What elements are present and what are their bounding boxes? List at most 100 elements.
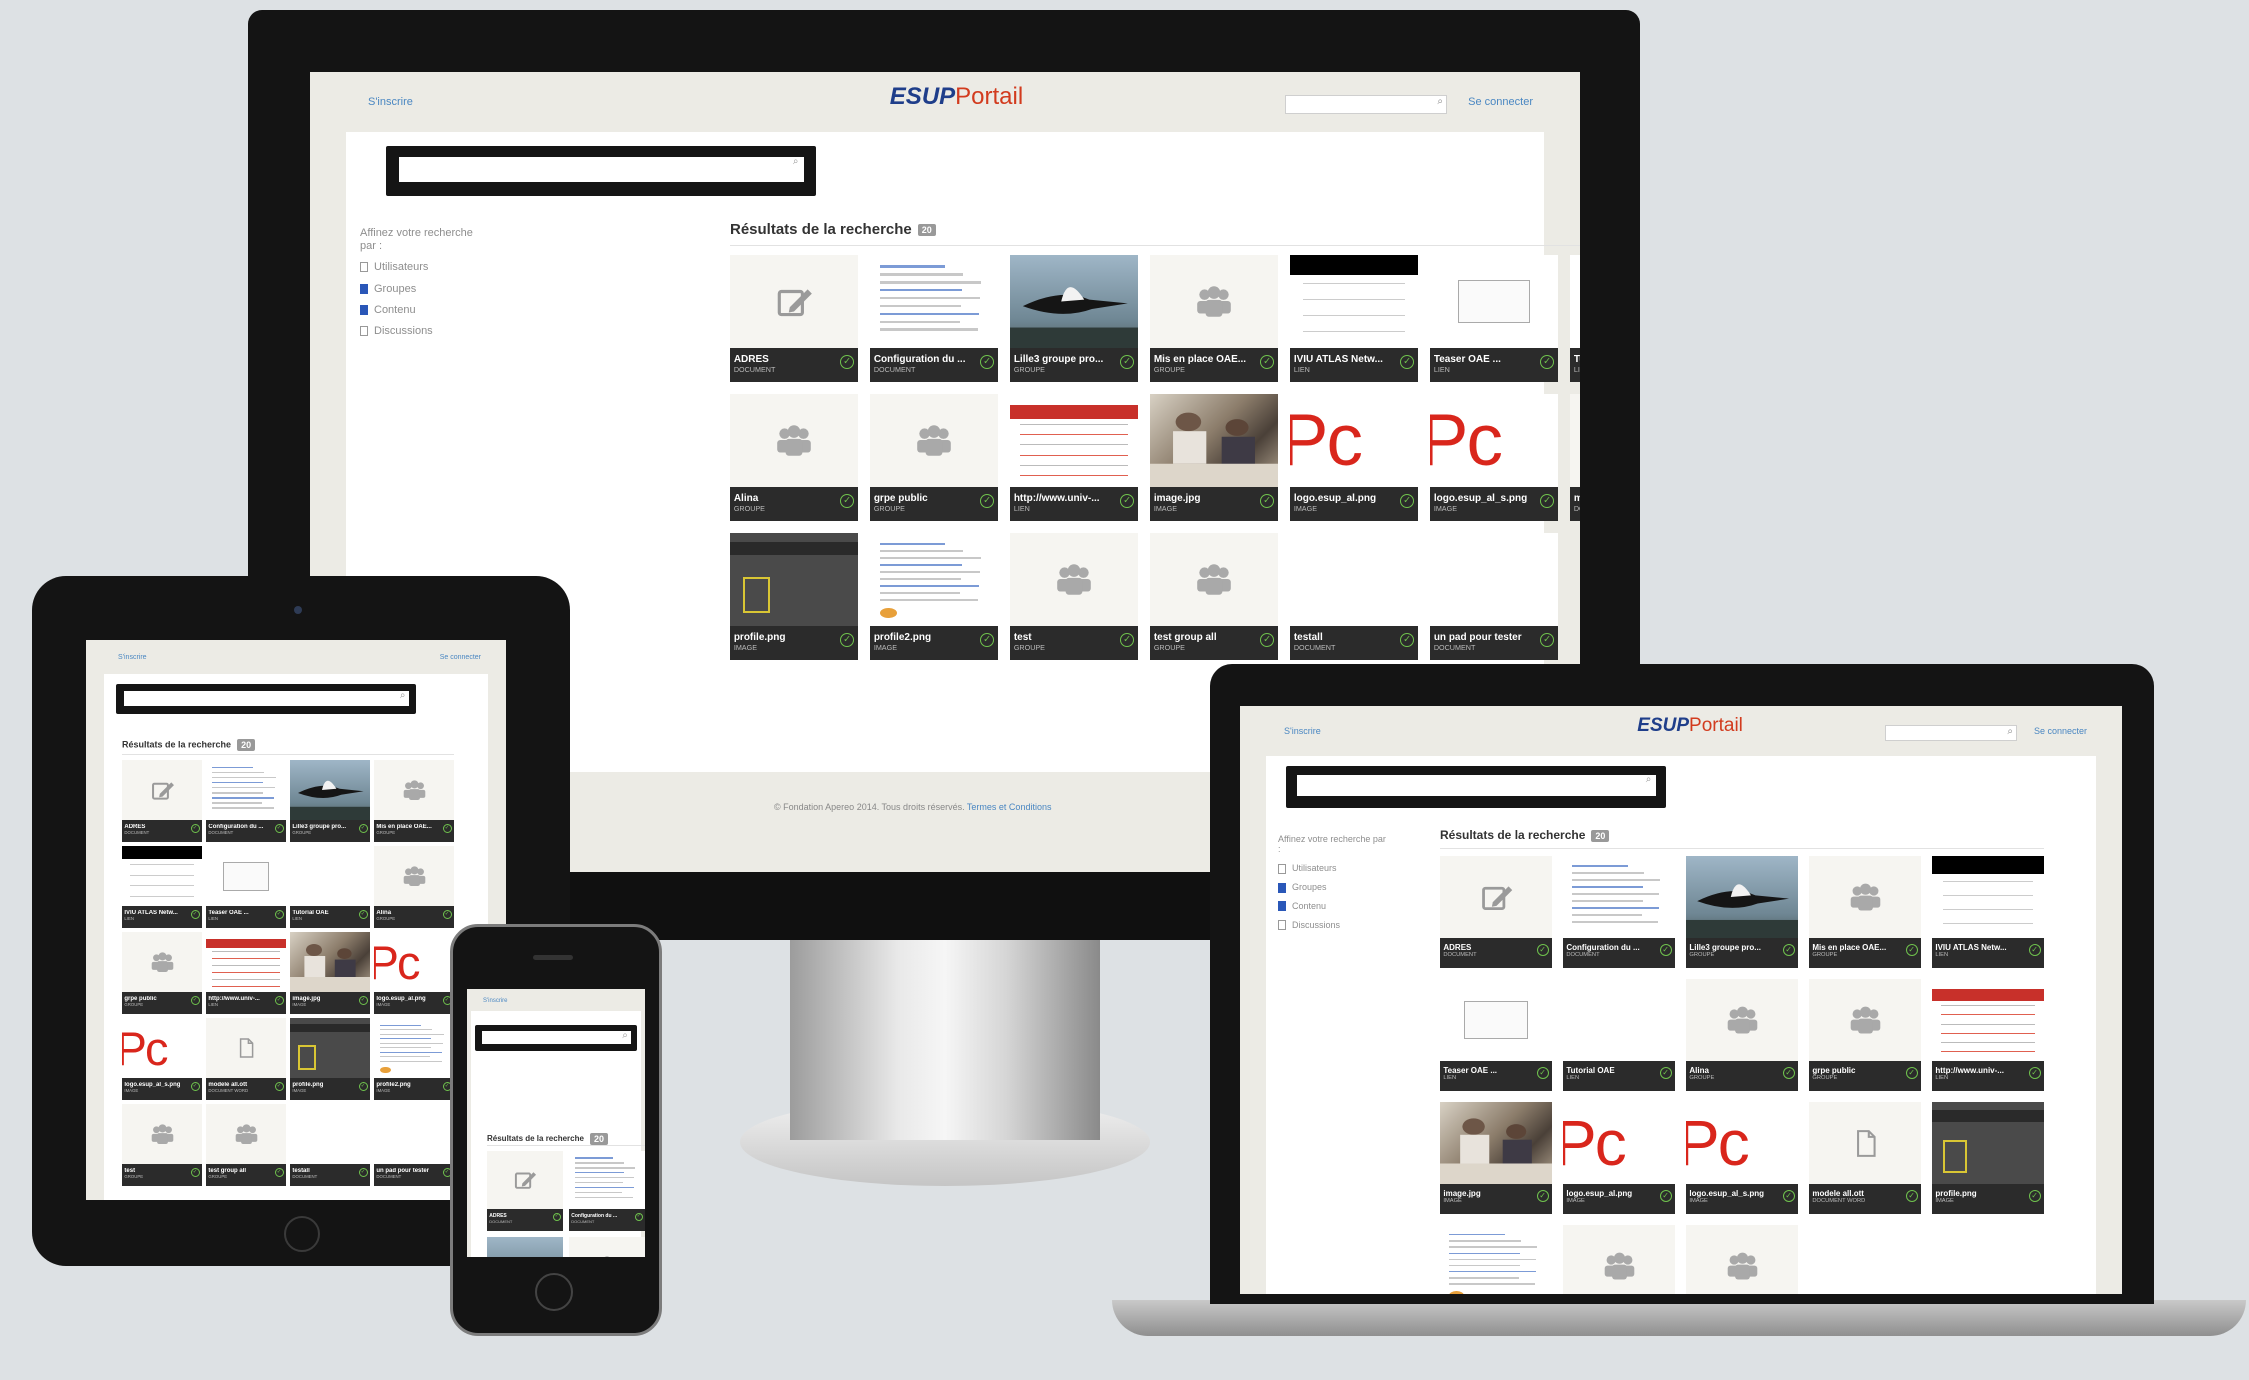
result-title[interactable]: ADRES bbox=[734, 354, 838, 365]
search-icon[interactable]: ⌕ bbox=[2007, 726, 2013, 737]
result-tile[interactable]: Alina GROUPE ✓ bbox=[374, 846, 454, 928]
result-tile[interactable]: testGROUPE✓ bbox=[1563, 1225, 1675, 1294]
login-link[interactable]: Se connecter bbox=[1468, 96, 1533, 108]
result-title[interactable]: image.jpg bbox=[1154, 493, 1258, 504]
result-title[interactable]: grpe public bbox=[874, 493, 978, 504]
result-tile[interactable]: Tutorial OAELIEN✓ bbox=[1570, 255, 1580, 382]
result-title[interactable]: modele all.ott bbox=[1574, 493, 1580, 504]
result-title[interactable]: Configuration du ... bbox=[1566, 943, 1658, 952]
result-title[interactable]: test group all bbox=[1154, 632, 1258, 643]
filter-checkbox[interactable] bbox=[1278, 920, 1286, 931]
search-input[interactable] bbox=[398, 157, 804, 182]
result-tile[interactable]: profile2.pngIMAGE✓ bbox=[870, 533, 998, 660]
result-tile[interactable]: profile.png IMAGE ✓ bbox=[290, 1018, 370, 1100]
signup-link[interactable]: S'inscrire bbox=[483, 998, 507, 1004]
result-tile[interactable]: un pad pour testerDOCUMENT✓ bbox=[1932, 1225, 2044, 1294]
esup-portail-logo[interactable]: ESUPPortail bbox=[890, 83, 1023, 111]
result-tile[interactable]: Lille3 groupe pro...GROUPE✓ bbox=[290, 760, 370, 842]
result-title[interactable]: Tutorial OAE bbox=[1574, 354, 1580, 365]
search-icon[interactable]: ⌕ bbox=[1437, 96, 1443, 107]
search-icon[interactable]: ⌕ bbox=[793, 156, 799, 167]
tablet-home-button[interactable] bbox=[284, 1216, 320, 1252]
filter-checkbox[interactable] bbox=[1278, 882, 1286, 893]
result-tile[interactable]: Pc logo.esup_al.png IMAGE ✓ bbox=[1563, 1102, 1675, 1214]
result-tile[interactable]: grpe public GROUPE ✓ bbox=[870, 394, 998, 521]
result-tile[interactable]: testallDOCUMENT✓ bbox=[290, 1104, 370, 1186]
filter-discussions[interactable]: Discussions bbox=[1278, 920, 1388, 931]
result-tile[interactable]: grpe public GROUPE ✓ bbox=[1809, 979, 1921, 1091]
result-tile[interactable]: Pc logo.esup_al.png IMAGE ✓ bbox=[1290, 394, 1418, 521]
result-tile[interactable]: Lille3 groupe pro...GROUPE✓ bbox=[487, 1237, 563, 1257]
result-tile[interactable]: image.jpg IMAGE ✓ bbox=[1440, 1102, 1552, 1214]
result-tile[interactable]: http://www.univ-... LIEN ✓ bbox=[1932, 979, 2044, 1091]
result-tile[interactable]: profile.png IMAGE ✓ bbox=[1932, 1102, 2044, 1214]
result-tile[interactable]: modele all.ottDOCUMENT WORD✓ bbox=[1570, 394, 1580, 521]
filter-groupes[interactable]: Groupes bbox=[1278, 882, 1388, 893]
result-tile[interactable]: Lille3 groupe pro...GROUPE✓ bbox=[1010, 255, 1138, 382]
result-tile[interactable]: Pc logo.esup_al.png IMAGE ✓ bbox=[374, 932, 454, 1014]
result-tile[interactable]: http://www.univ-... LIEN ✓ bbox=[1010, 394, 1138, 521]
result-tile[interactable]: un pad pour testerDOCUMENT✓ bbox=[374, 1104, 454, 1186]
result-title[interactable]: Alina bbox=[1689, 1066, 1781, 1075]
login-link[interactable]: Se connecter bbox=[2034, 726, 2087, 736]
signup-link[interactable]: S'inscrire bbox=[368, 96, 413, 108]
login-link[interactable]: Se connecter bbox=[440, 654, 481, 661]
result-tile[interactable]: profile2.pngIMAGE✓ bbox=[374, 1018, 454, 1100]
filter-contenu[interactable]: Contenu bbox=[1278, 901, 1388, 912]
result-title[interactable]: modele all.ott bbox=[1812, 1189, 1904, 1198]
result-tile[interactable]: Configuration du ... DOCUMENT ✓ bbox=[206, 760, 286, 842]
result-tile[interactable]: testallDOCUMENT✓ bbox=[1290, 533, 1418, 660]
result-title[interactable]: test bbox=[1014, 632, 1118, 643]
result-tile[interactable]: Mis en place OAE...GROUPE✓ bbox=[374, 760, 454, 842]
search-input[interactable] bbox=[123, 690, 409, 706]
filter-groupes[interactable]: Groupes bbox=[360, 283, 490, 296]
result-title[interactable]: IVIU ATLAS Netw... bbox=[1294, 354, 1398, 365]
result-title[interactable]: ADRES bbox=[1443, 943, 1535, 952]
result-tile[interactable]: modele all.ottDOCUMENT WORD✓ bbox=[206, 1018, 286, 1100]
search-input[interactable] bbox=[1296, 775, 1656, 797]
result-tile[interactable]: Alina GROUPE ✓ bbox=[730, 394, 858, 521]
esup-portail-logo[interactable]: ESUPPortail bbox=[1637, 715, 1743, 737]
result-tile[interactable]: testGROUPE✓ bbox=[122, 1104, 202, 1186]
result-tile[interactable]: ADRES DOCUMENT ✓ bbox=[1440, 856, 1552, 968]
filter-checkbox[interactable] bbox=[1278, 863, 1286, 874]
result-tile[interactable]: un pad pour testerDOCUMENT✓ bbox=[1430, 533, 1558, 660]
filter-checkbox[interactable] bbox=[360, 326, 368, 337]
result-tile[interactable]: modele all.ottDOCUMENT WORD✓ bbox=[1809, 1102, 1921, 1214]
result-title[interactable]: IVIU ATLAS Netw... bbox=[1935, 943, 2027, 952]
result-tile[interactable]: Pc logo.esup_al_s.png IMAGE ✓ bbox=[122, 1018, 202, 1100]
result-title[interactable]: Mis en place OAE... bbox=[1154, 354, 1258, 365]
result-tile[interactable]: Tutorial OAELIEN✓ bbox=[290, 846, 370, 928]
result-title[interactable]: Lille3 groupe pro... bbox=[1014, 354, 1118, 365]
search-icon[interactable]: ⌕ bbox=[1646, 774, 1652, 785]
header-search-input[interactable]: ⌕ bbox=[1885, 725, 2017, 742]
result-title[interactable]: http://www.univ-... bbox=[1014, 493, 1118, 504]
result-tile[interactable]: Pc logo.esup_al_s.png IMAGE ✓ bbox=[1686, 1102, 1798, 1214]
result-tile[interactable]: test group allGROUPE ✓ bbox=[1150, 533, 1278, 660]
result-tile[interactable]: testGROUPE✓ bbox=[1010, 533, 1138, 660]
result-title[interactable]: Configuration du ... bbox=[874, 354, 978, 365]
signup-link[interactable]: S'inscrire bbox=[1284, 726, 1321, 736]
header-search-input[interactable]: ⌕ bbox=[1285, 94, 1447, 115]
result-title[interactable]: logo.esup_al_s.png bbox=[1689, 1189, 1781, 1198]
result-tile[interactable]: image.jpg IMAGE ✓ bbox=[290, 932, 370, 1014]
filter-utilisateurs[interactable]: Utilisateurs bbox=[1278, 863, 1388, 874]
result-title[interactable]: logo.esup_al_s.png bbox=[1434, 493, 1538, 504]
result-title[interactable]: image.jpg bbox=[1443, 1189, 1535, 1198]
result-title[interactable]: logo.esup_al.png bbox=[1566, 1189, 1658, 1198]
result-tile[interactable]: image.jpg IMAGE ✓ bbox=[1150, 394, 1278, 521]
result-title[interactable]: profile.png bbox=[1935, 1189, 2027, 1198]
result-tile[interactable]: Configuration du ... DOCUMENT ✓ bbox=[569, 1151, 645, 1231]
result-tile[interactable]: Configuration du ... DOCUMENT ✓ bbox=[870, 255, 998, 382]
result-title[interactable]: Mis en place OAE... bbox=[1812, 943, 1904, 952]
filter-checkbox[interactable] bbox=[360, 283, 368, 294]
result-title[interactable]: profile2.png bbox=[874, 632, 978, 643]
filter-checkbox[interactable] bbox=[360, 304, 368, 315]
result-title[interactable]: grpe public bbox=[1812, 1066, 1904, 1075]
footer-terms-link[interactable]: Termes et Conditions bbox=[967, 802, 1052, 812]
phone-home-button[interactable] bbox=[535, 1273, 573, 1311]
search-icon[interactable]: ⌕ bbox=[400, 690, 406, 701]
result-title[interactable]: profile.png bbox=[734, 632, 838, 643]
result-title[interactable]: Alina bbox=[734, 493, 838, 504]
result-tile[interactable]: Mis en place OAE...GROUPE✓ bbox=[1150, 255, 1278, 382]
